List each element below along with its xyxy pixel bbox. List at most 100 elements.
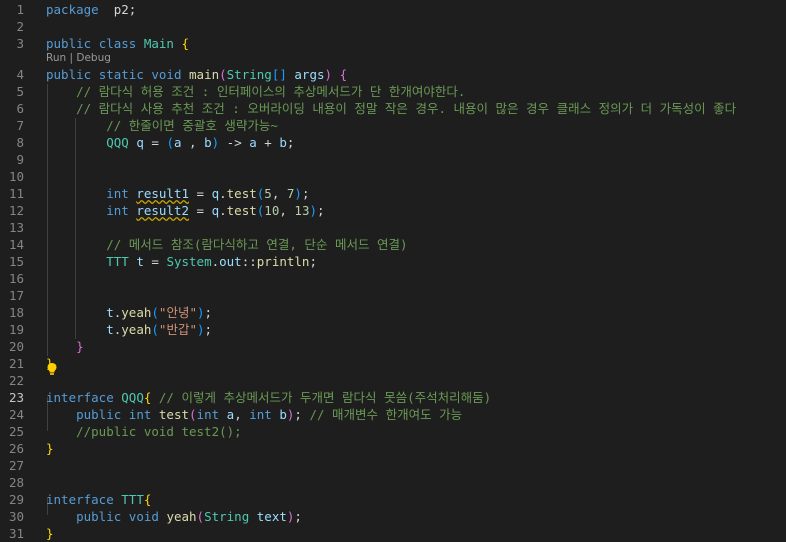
code-text[interactable]: int result1 = q.test(5, 7); (46, 185, 309, 202)
code-text[interactable]: interface QQQ{ // 이렇게 추상메서드가 두개면 람다식 못씀(… (46, 389, 491, 406)
code-text[interactable]: t.yeah("반갑"); (46, 321, 212, 338)
code-line[interactable]: 28 (0, 474, 786, 491)
code-token: b (279, 407, 287, 422)
code-token: :: (241, 254, 257, 269)
code-token: int (249, 407, 272, 422)
line-number: 16 (8, 271, 24, 286)
code-line[interactable]: 4 public static void main(String[] args) … (0, 66, 786, 83)
code-token: q (211, 203, 220, 218)
code-text[interactable]: public static void main(String[] args) { (46, 66, 347, 83)
line-number: 10 (8, 169, 24, 184)
code-text[interactable]: int result2 = q.test(10, 13); (46, 202, 324, 219)
codelens-separator: | (66, 52, 77, 64)
code-text[interactable]: // 한줄이면 중괄호 생략가능~ (46, 117, 278, 134)
code-line[interactable]: 1 package p2; (0, 1, 786, 18)
code-line[interactable]: 29 interface TTT{ (0, 491, 786, 508)
codelens-debug-link[interactable]: Debug (76, 52, 111, 64)
code-token: ) (324, 67, 333, 82)
code-line[interactable]: 21} (0, 355, 786, 372)
code-line[interactable]: 8 QQQ q = (a , b) -> a + b; (0, 134, 786, 151)
code-line[interactable]: 17 (0, 287, 786, 304)
code-line[interactable]: 22 (0, 372, 786, 389)
code-line[interactable]: 27 (0, 457, 786, 474)
code-line[interactable]: 7 // 한줄이면 중괄호 생략가능~ (0, 117, 786, 134)
code-token: t (106, 305, 114, 320)
code-line[interactable]: 2 (0, 18, 786, 35)
code-text[interactable]: } (46, 355, 54, 372)
code-text[interactable]: // 람다식 사용 추천 조건 : 오버라이딩 내용이 정말 작은 경우. 내용… (46, 100, 736, 117)
code-token: // 람다식 사용 추천 조건 : 오버라이딩 내용이 정말 작은 경우. 내용… (76, 101, 737, 116)
code-line[interactable]: 19 t.yeah("반갑"); (0, 321, 786, 338)
code-text[interactable]: package p2; (46, 1, 136, 18)
line-number: 26 (8, 441, 24, 456)
code-line[interactable]: 15 TTT t = System.out::println; (0, 253, 786, 270)
code-token: ; (204, 305, 213, 320)
code-text[interactable]: TTT t = System.out::println; (46, 253, 317, 270)
code-line[interactable]: 16 (0, 270, 786, 287)
code-text[interactable]: public class Main { (46, 35, 189, 52)
code-editor[interactable]: Run | Debug 1 package p2; 2 3 public class M… (0, 0, 786, 542)
code-token: ( (219, 67, 227, 82)
code-token: ; (309, 254, 317, 269)
code-token: , (271, 186, 287, 201)
code-line[interactable]: 31} (0, 525, 786, 542)
code-token: // 매개변수 한개여도 가능 (309, 407, 463, 422)
code-token: public (76, 407, 122, 422)
code-line[interactable]: 20 } (0, 338, 786, 355)
code-text[interactable]: // 메서드 참조(람다식하고 연결, 단순 메서드 연결) (46, 236, 407, 253)
code-token: = (189, 203, 212, 218)
code-line[interactable]: 26} (0, 440, 786, 457)
code-text[interactable]: interface TTT{ (46, 491, 151, 508)
code-text[interactable]: } (46, 440, 54, 457)
code-text[interactable]: } (46, 525, 54, 542)
code-line[interactable]: 6 // 람다식 사용 추천 조건 : 오버라이딩 내용이 정말 작은 경우. … (0, 100, 786, 117)
code-token: 5 (264, 186, 272, 201)
code-token: yeah (166, 509, 197, 524)
code-text[interactable]: public int test(int a, int b); // 매개변수 한… (46, 406, 462, 423)
code-line[interactable]: 10 (0, 168, 786, 185)
code-line[interactable]: 18 t.yeah("안녕"); (0, 304, 786, 321)
code-token: } (76, 339, 84, 354)
code-token: { (181, 36, 190, 51)
code-token: ) (309, 203, 318, 218)
line-number: 27 (8, 458, 24, 473)
code-line[interactable]: 5 // 람다식 허용 조건 : 인터페이스의 추상메서드가 단 한개여야한다. (0, 83, 786, 100)
code-line[interactable]: 3 public class Main { (0, 35, 786, 52)
code-text[interactable]: // 람다식 허용 조건 : 인터페이스의 추상메서드가 단 한개여야한다. (46, 83, 465, 100)
code-token: System (166, 254, 212, 269)
code-token: args (294, 67, 325, 82)
code-text[interactable]: public void yeah(String text); (46, 508, 302, 525)
line-number: 15 (8, 254, 24, 269)
code-text[interactable]: //public void test2(); (46, 423, 242, 440)
code-token: b (279, 135, 287, 150)
code-line[interactable]: 23 interface QQQ{ // 이렇게 추상메서드가 두개면 람다식 못… (0, 389, 786, 406)
code-line[interactable]: 30 public void yeah(String text); (0, 508, 786, 525)
code-line[interactable]: 25 //public void test2(); (0, 423, 786, 440)
code-token: ( (196, 509, 205, 524)
code-line[interactable]: 11 int result1 = q.test(5, 7); (0, 185, 786, 202)
code-token: q (136, 135, 144, 150)
line-number: 8 (16, 135, 24, 150)
code-text[interactable]: QQQ q = (a , b) -> a + b; (46, 134, 294, 151)
line-number: 13 (8, 220, 24, 235)
code-line[interactable]: 9 (0, 151, 786, 168)
codelens-run-link[interactable]: Run (46, 52, 66, 64)
code-line[interactable]: 24 public int test(int a, int b); // 매개변… (0, 406, 786, 423)
code-line[interactable]: 14 // 메서드 참조(람다식하고 연결, 단순 메서드 연결) (0, 236, 786, 253)
code-text[interactable]: } (46, 338, 84, 355)
code-text[interactable]: t.yeah("안녕"); (46, 304, 212, 321)
code-token: ) (211, 135, 220, 150)
code-token: t (136, 254, 144, 269)
line-number: 9 (16, 152, 24, 167)
code-line[interactable]: 13 (0, 219, 786, 236)
code-line[interactable]: 12 int result2 = q.test(10, 13); (0, 202, 786, 219)
line-number: 22 (8, 373, 24, 388)
